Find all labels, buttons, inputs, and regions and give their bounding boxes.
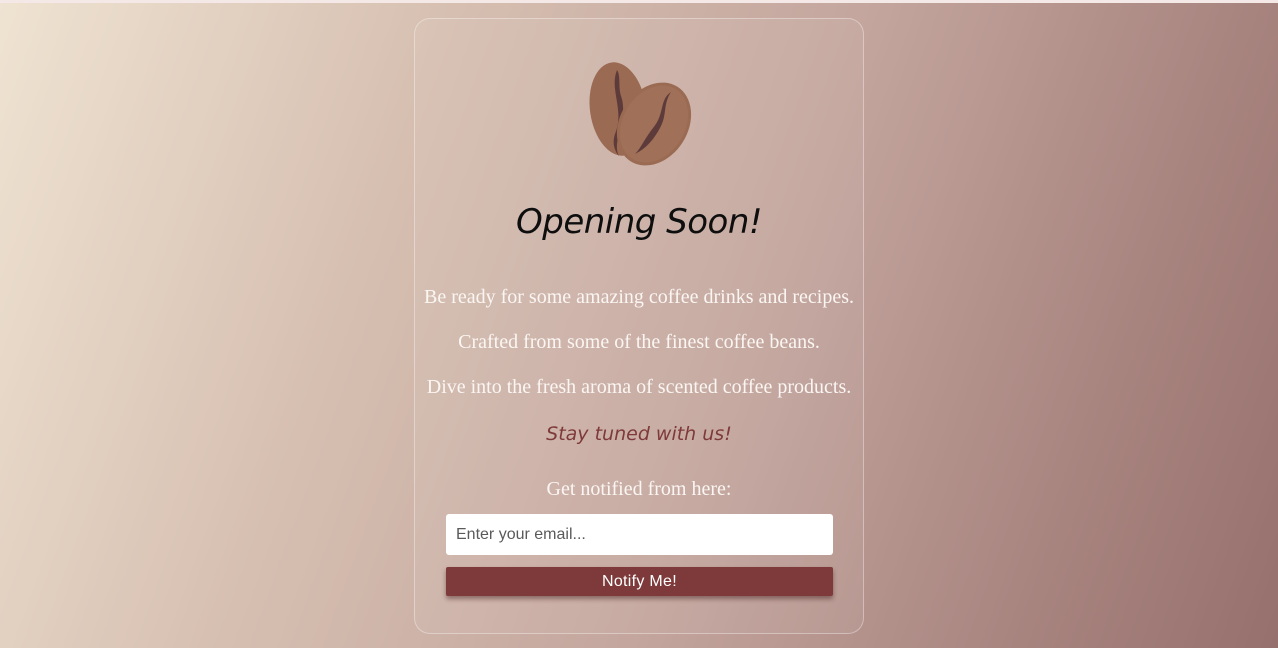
notify-button[interactable]: Notify Me! xyxy=(446,567,833,596)
email-input[interactable] xyxy=(446,514,833,555)
description-line-1: Be ready for some amazing coffee drinks … xyxy=(423,286,854,308)
page-title: Opening Soon! xyxy=(515,202,763,242)
coffee-beans-icon xyxy=(589,62,692,166)
notify-label: Get notified from here: xyxy=(546,478,732,500)
top-strip xyxy=(0,0,1278,3)
description-line-3: Dive into the fresh aroma of scented cof… xyxy=(426,376,852,398)
description-line-2: Crafted from some of the finest coffee b… xyxy=(458,331,820,353)
tagline: Stay tuned with us! xyxy=(546,423,732,445)
